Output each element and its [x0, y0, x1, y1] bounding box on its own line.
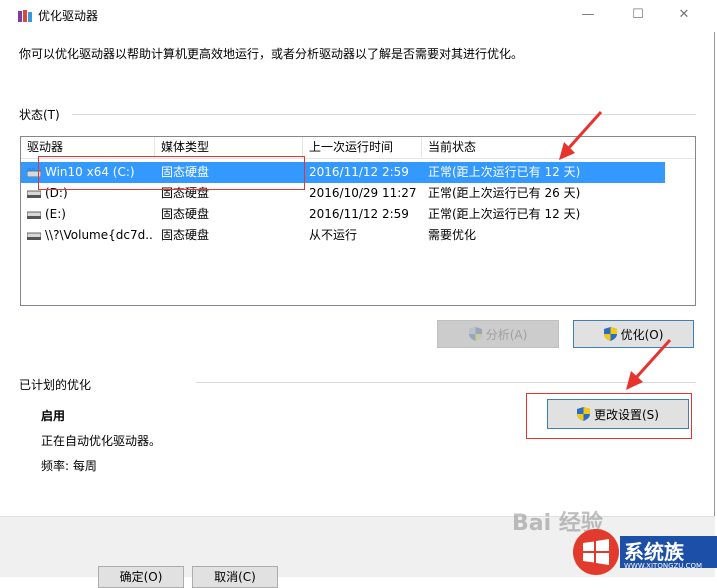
- drive-icon: [27, 190, 41, 198]
- scheduled-label: 已计划的优化: [19, 378, 92, 392]
- drive-name: \\?\Volume{dc7d...: [45, 228, 153, 242]
- drive-name: (E:): [45, 207, 66, 221]
- drive-status: 正常(距上次运行已有 26 天): [428, 186, 581, 200]
- title-bar: 优化驱动器 — ☐ ✕: [0, 0, 717, 32]
- scheduled-frequency: 频率: 每周: [41, 459, 97, 473]
- drive-status: 需要优化: [428, 228, 477, 242]
- drive-last-run: 从不运行: [309, 228, 358, 242]
- drive-icon: [27, 232, 41, 240]
- window-title: 优化驱动器: [38, 9, 99, 23]
- annotation-box-drive: [38, 156, 305, 190]
- minimize-button[interactable]: —: [565, 0, 611, 30]
- uac-shield-icon: [603, 327, 617, 341]
- drive-status: 正常(距上次运行已有 12 天): [428, 207, 581, 221]
- ok-button[interactable]: 确定(O): [98, 566, 184, 588]
- drive-last-run: 2016/10/29 11:27: [309, 186, 417, 200]
- close-button[interactable]: ✕: [661, 0, 707, 30]
- annotation-arrow-icon: [626, 338, 672, 390]
- status-label: 状态(T): [19, 108, 60, 122]
- xitongzu-logo: 系统族 WWW.XITONGZU.COM: [572, 522, 717, 576]
- analyze-button[interactable]: 分析(A): [437, 320, 559, 348]
- column-header-last-run[interactable]: 上一次运行时间: [303, 137, 422, 158]
- scheduled-detail: 正在自动优化驱动器。: [41, 434, 162, 448]
- logo-url: WWW.XITONGZU.COM: [624, 562, 703, 570]
- drive-status: 正常(距上次运行已有 12 天): [428, 165, 581, 179]
- defrag-app-icon: [18, 10, 32, 22]
- drive-row-volume[interactable]: \\?\Volume{dc7d... 固态硬盘 从不运行 需要优化: [21, 225, 695, 246]
- scheduled-divider: [196, 382, 696, 383]
- column-header-media[interactable]: 媒体类型: [155, 137, 303, 158]
- drive-row-e[interactable]: (E:) 固态硬盘 2016/11/12 2:59 正常(距上次运行已有 12 …: [21, 204, 695, 225]
- logo-text: 系统族: [624, 540, 684, 564]
- annotation-arrow-icon: [559, 110, 603, 160]
- maximize-button[interactable]: ☐: [615, 0, 661, 30]
- cancel-button[interactable]: 取消(C): [192, 566, 278, 588]
- drive-media: 固态硬盘: [161, 228, 210, 242]
- uac-shield-icon: [468, 327, 482, 341]
- drive-icon: [27, 211, 41, 219]
- drive-last-run: 2016/11/12 2:59: [309, 165, 409, 179]
- description-text: 你可以优化驱动器以帮助计算机更高效地运行，或者分析驱动器以了解是否需要对其进行优…: [19, 47, 524, 61]
- column-header-drive[interactable]: 驱动器: [21, 137, 155, 158]
- annotation-box-settings: [526, 393, 692, 439]
- scheduled-state: 启用: [41, 409, 66, 423]
- drive-media: 固态硬盘: [161, 207, 210, 221]
- analyze-label: 分析(A): [485, 327, 528, 342]
- drive-last-run: 2016/11/12 2:59: [309, 207, 409, 221]
